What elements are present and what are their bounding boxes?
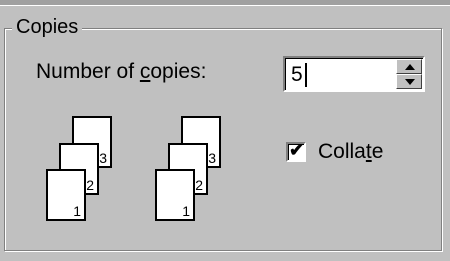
text-caret [305,63,307,87]
copies-spinbox[interactable]: 5 [283,56,425,92]
copies-input[interactable]: 5 [291,63,303,87]
copies-group-title: Copies [12,16,83,39]
collate-label[interactable]: Collate [318,140,383,164]
page-icon: 1 [155,169,195,221]
number-of-copies-label: Number of copies: [36,60,207,83]
spin-up-button[interactable] [396,59,422,74]
collate-checkbox[interactable]: ✔ [286,140,306,162]
collated-pages-illustration-right: 3 2 1 [155,112,235,224]
page-icon: 1 [46,169,86,221]
spin-buttons [396,59,422,89]
arrow-up-icon [405,64,415,70]
collated-pages-illustration-left: 3 2 1 [46,112,126,224]
checkmark-icon: ✔ [289,140,305,160]
arrow-down-icon [405,79,415,85]
top-edge [0,0,450,6]
spin-down-button[interactable] [396,74,422,89]
